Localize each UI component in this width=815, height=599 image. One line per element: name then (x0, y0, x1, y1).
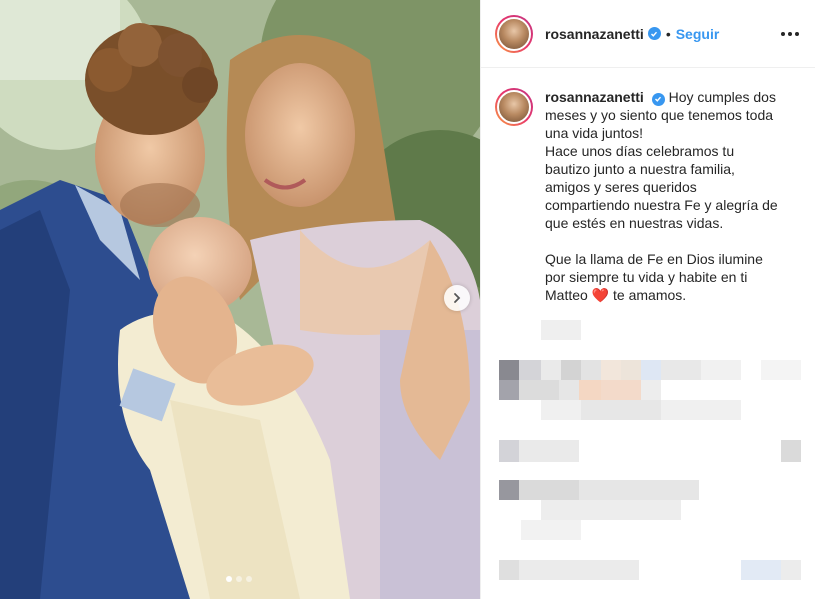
caption-line: por siempre tu vida y habite en ti (545, 269, 748, 285)
verified-badge-icon (647, 27, 661, 40)
next-slide-button[interactable] (444, 285, 470, 311)
heart-emoji-icon: ❤️ (591, 287, 610, 303)
chevron-right-icon (454, 293, 461, 303)
carousel-dot-3 (246, 576, 252, 582)
caption-line: Matteo (545, 287, 588, 303)
caption-line: meses y yo siento que tenemos toda (545, 107, 774, 123)
post-photo[interactable] (0, 0, 480, 599)
avatar[interactable] (495, 14, 533, 53)
carousel-dot-1 (226, 576, 232, 582)
caption-text: rosannazanetti Hoy cumples dos meses y y… (545, 88, 799, 304)
follow-button[interactable]: Seguir (676, 26, 720, 42)
post-header: rosannazanetti • Seguir (481, 0, 815, 68)
carousel-dot-2 (236, 576, 242, 582)
caption-line: compartiendo nuestra Fe y alegría de (545, 197, 778, 213)
caption-row: rosannazanetti Hoy cumples dos meses y y… (481, 68, 815, 304)
more-options-icon[interactable] (781, 31, 799, 36)
caption-avatar[interactable] (495, 88, 533, 126)
caption-line: te amamos. (613, 287, 687, 303)
header-username[interactable]: rosannazanetti (545, 26, 644, 42)
caption-line: Hoy cumples dos (668, 89, 776, 105)
caption-line: que estés en nuestras vidas. (545, 215, 724, 231)
verified-badge-icon (651, 92, 665, 106)
caption-line: amigos y seres queridos (545, 179, 697, 195)
caption-line: una vida juntos! (545, 125, 644, 141)
post-side-panel: rosannazanetti • Seguir rosannazanetti H… (480, 0, 815, 599)
caption-line: bautizo junto a nuestra familia, (545, 161, 735, 177)
blurred-comments (499, 320, 801, 580)
caption-line: Que la llama de Fe en Dios ilumine (545, 251, 763, 267)
photo-image (0, 0, 480, 599)
header-separator: • (665, 25, 671, 42)
carousel-indicator (226, 576, 252, 582)
caption-line: Hace unos días celebramos tu (545, 143, 735, 159)
caption-username[interactable]: rosannazanetti (545, 89, 644, 105)
caption-blank-line (545, 232, 799, 250)
